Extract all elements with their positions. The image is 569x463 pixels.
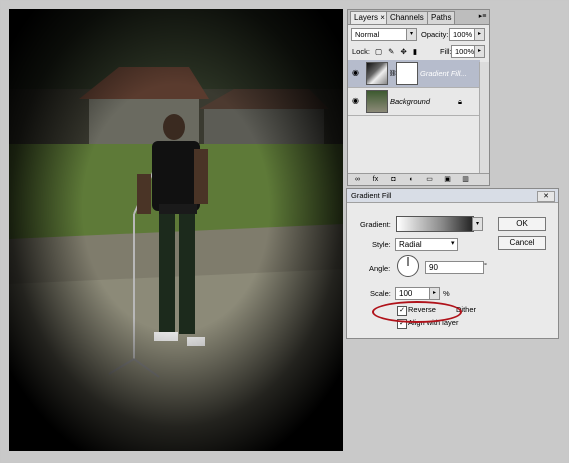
eye-icon[interactable]: ◉ [352,97,362,105]
angle-dial-icon[interactable] [396,254,420,278]
ok-button[interactable]: OK [498,217,546,231]
panel-tabs: Layers × Channels Paths ▸≡ [348,10,489,25]
lock-label: Lock: [352,47,370,56]
scale-label: Scale: [370,289,391,298]
background-thumbnail [366,90,388,113]
gradient-swatch[interactable] [396,216,474,232]
layers-panel: Layers × Channels Paths ▸≡ Normal ▾ Opac… [347,9,490,186]
fill-label: Fill: [440,47,452,56]
dialog-title-text: Gradient Fill [351,191,392,200]
lock-icons[interactable]: ▢ ✎ ✥ ▮ [375,46,419,57]
opacity-input[interactable]: 100% [449,28,476,41]
photo-image [9,9,343,451]
style-select[interactable]: Radial [395,238,458,251]
mask-thumbnail [396,62,418,85]
new-layer-icon[interactable]: ▣ [443,176,452,183]
scale-unit: % [443,289,450,298]
chevron-down-icon[interactable]: ▾ [406,28,417,41]
folder-icon[interactable]: ▭ [425,176,434,183]
fx-icon[interactable]: fx [371,176,380,183]
style-label: Style: [372,240,391,249]
layer-background[interactable]: ◉ Background 🔒︎ [348,88,480,116]
angle-input[interactable]: 90 [425,261,484,274]
tab-layers[interactable]: Layers × [350,11,389,24]
tab-paths[interactable]: Paths [427,11,456,24]
chevron-right-icon[interactable]: ▸ [474,28,485,41]
dialog-title: Gradient Fill ✕ [347,189,558,203]
layer-gradient-fill[interactable]: ◉ ⛓ Gradient Fill... [348,60,480,88]
chevron-down-icon[interactable]: ▾ [472,217,483,231]
link-layers-icon[interactable]: ∞ [353,176,362,183]
angle-unit: ° [484,261,487,270]
gradient-label: Gradient: [360,220,391,229]
mask-icon[interactable]: ◘ [389,176,398,183]
lock-icon: 🔒︎ [458,97,462,106]
scale-input[interactable]: 100 [395,287,430,300]
fill-input[interactable]: 100% [451,45,476,58]
layer-name: Background [390,97,431,106]
opacity-label: Opacity: [421,30,449,39]
layer-name: Gradient Fill... [420,69,467,78]
gradient-thumbnail [366,62,388,85]
blend-mode-select[interactable]: Normal [351,28,411,41]
adjustment-icon[interactable]: ◐ [407,176,416,183]
panel-menu-icon[interactable]: ▸≡ [478,12,487,21]
layers-scrollbar[interactable] [479,62,489,174]
cancel-button[interactable]: Cancel [498,236,546,250]
document-canvas[interactable] [9,9,343,451]
chevron-down-icon[interactable]: ▾ [451,238,455,249]
layers-toolbar: ∞ fx ◘ ◐ ▭ ▣ ▥ [348,173,489,185]
angle-label: Angle: [369,264,391,273]
highlight-ellipse [372,301,462,323]
chevron-right-icon[interactable]: ▸ [429,287,440,300]
close-icon[interactable]: ✕ [537,191,555,202]
tab-channels[interactable]: Channels [386,11,428,24]
chevron-right-icon[interactable]: ▸ [474,45,485,58]
trash-icon[interactable]: ▥ [461,176,470,183]
eye-icon[interactable]: ◉ [352,69,362,77]
